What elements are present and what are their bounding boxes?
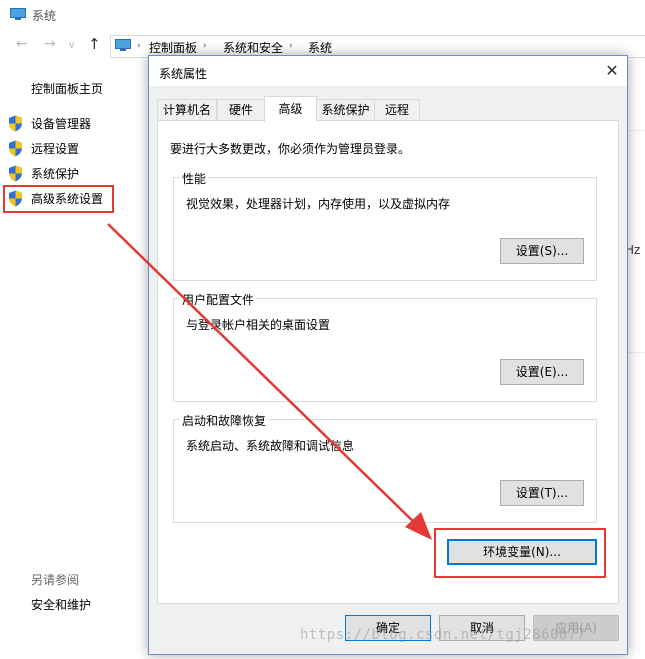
close-icon[interactable]: ✕: [597, 56, 627, 86]
shield-icon: [9, 165, 22, 181]
admin-note: 要进行大多数更改，你必须作为管理员登录。: [170, 142, 411, 156]
breadcrumb-item[interactable]: 系统和安全: [223, 39, 283, 56]
group-description: 视觉效果，处理器计划，内存使用，以及虚拟内存: [186, 197, 451, 211]
startup-recovery-group: 启动和故障恢复 系统启动、系统故障和调试信息 设置(T)...: [173, 412, 597, 523]
breadcrumb-separator-icon: ›: [137, 41, 141, 51]
breadcrumb-item[interactable]: 控制面板: [149, 39, 197, 56]
performance-settings-button[interactable]: 设置(S)...: [500, 238, 584, 264]
sidebar-item-remote-settings[interactable]: 远程设置: [8, 138, 79, 158]
user-profiles-group: 用户配置文件 与登录帐户相关的桌面设置 设置(E)...: [173, 291, 597, 402]
up-arrow-icon[interactable]: ↑: [88, 35, 101, 53]
window-title: 系统: [32, 9, 57, 23]
sidebar-home-link[interactable]: 控制面板主页: [31, 80, 103, 97]
tab-remote[interactable]: 远程: [374, 99, 420, 120]
startup-recovery-settings-button[interactable]: 设置(T)...: [500, 480, 584, 506]
back-arrow-icon[interactable]: ←: [16, 36, 28, 52]
group-description: 与登录帐户相关的桌面设置: [186, 318, 331, 332]
user-profiles-settings-button[interactable]: 设置(E)...: [500, 359, 584, 385]
tab-system-protection[interactable]: 系统保护: [316, 99, 375, 120]
group-title: 启动和故障恢复: [180, 412, 269, 429]
divider: [626, 352, 645, 353]
computer-icon: [10, 8, 26, 20]
sidebar-item-device-manager[interactable]: 设备管理器: [8, 113, 91, 133]
watermark-text: https://blog.csdn.net/tgj2860077: [300, 627, 586, 643]
shield-icon: [9, 115, 22, 131]
breadcrumb-separator-icon: ›: [203, 41, 207, 51]
tab-computer-name[interactable]: 计算机名: [157, 99, 217, 120]
highlight-box: [434, 528, 606, 578]
breadcrumb-item[interactable]: 系统: [308, 39, 332, 56]
recent-dropdown-icon[interactable]: ∨: [68, 40, 75, 51]
forward-arrow-icon[interactable]: →: [44, 36, 56, 52]
see-also-heading: 另请参阅: [31, 573, 80, 587]
security-maintenance-link[interactable]: 安全和维护: [31, 596, 91, 613]
group-title: 用户配置文件: [180, 291, 257, 308]
sidebar-item-label: 远程设置: [31, 141, 80, 156]
sidebar-item-label: 设备管理器: [31, 116, 92, 131]
computer-icon: [115, 39, 131, 51]
dialog-titlebar[interactable]: 系统属性 ✕: [149, 56, 627, 86]
window-titlebar: 系统: [0, 0, 645, 30]
dialog-title: 系统属性: [159, 67, 208, 81]
group-title: 性能: [180, 170, 209, 187]
tab-hardware[interactable]: 硬件: [217, 99, 265, 120]
performance-group: 性能 视觉效果，处理器计划，内存使用，以及虚拟内存 设置(S)...: [173, 170, 597, 281]
group-description: 系统启动、系统故障和调试信息: [186, 439, 355, 453]
divider: [626, 130, 645, 131]
tab-advanced[interactable]: 高级: [264, 96, 317, 122]
sidebar-item-label: 系统保护: [31, 166, 80, 181]
sidebar-item-system-protection[interactable]: 系统保护: [8, 163, 79, 183]
shield-icon: [9, 140, 22, 156]
highlight-box: [3, 185, 114, 213]
breadcrumb-separator-icon: ›: [289, 41, 293, 51]
